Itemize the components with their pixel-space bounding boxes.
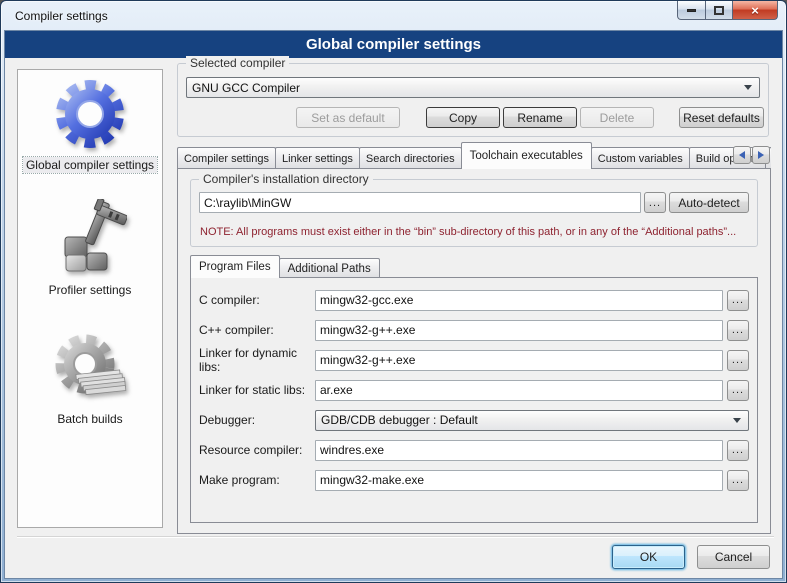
c-compiler-label: C compiler: [199,293,311,307]
sidebar-item-label: Batch builds [54,411,125,427]
sidebar-item-batch-builds[interactable]: Batch builds [53,332,127,427]
tab-scroller [732,146,770,164]
tab-toolchain-executables[interactable]: Toolchain executables [461,142,592,169]
close-button[interactable]: × [733,1,778,20]
make-program-browse-button[interactable]: ... [727,470,749,491]
compiler-settings-window: Compiler settings × Global compiler sett… [0,0,787,583]
window-title: Compiler settings [1,9,108,23]
resource-compiler-input[interactable] [315,440,723,461]
copy-button[interactable]: Copy [426,107,500,128]
field-row-make-program: Make program: ... [199,469,749,491]
tab-scroll-right-button[interactable] [752,146,770,164]
settings-category-list: Global compiler settings [17,69,163,528]
chevron-down-icon [733,418,741,423]
make-program-label: Make program: [199,473,311,487]
installation-directory-group: Compiler's installation directory ... Au… [190,179,758,247]
installation-directory-browse-button[interactable]: ... [644,192,666,213]
field-row-resource-compiler: Resource compiler: ... [199,439,749,461]
chevron-down-icon [744,85,752,90]
sidebar-item-global-compiler-settings[interactable]: Global compiler settings [23,78,157,173]
c-compiler-browse-button[interactable]: ... [727,290,749,311]
cpp-compiler-browse-button[interactable]: ... [727,320,749,341]
installation-directory-note: NOTE: All programs must exist either in … [200,226,751,238]
field-row-cpp-compiler: C++ compiler: ... [199,319,749,341]
selected-compiler-group-label: Selected compiler [186,56,289,70]
dialog-body: Global compiler settings [5,58,782,578]
dynamic-linker-browse-button[interactable]: ... [727,350,749,371]
blue-gear-icon [54,78,126,155]
auto-detect-button[interactable]: Auto-detect [669,192,749,213]
rename-button[interactable]: Rename [503,107,577,128]
field-row-debugger: Debugger: GDB/CDB debugger : Default [199,409,749,431]
settings-tabstrip: Compiler settings Linker settings Search… [177,142,771,169]
sidebar-item-label: Profiler settings [46,282,135,298]
program-files-tabstrip: Program Files Additional Paths [190,255,379,278]
delete-button[interactable]: Delete [580,107,654,128]
resource-compiler-label: Resource compiler: [199,443,311,457]
maximize-icon [714,6,724,15]
titlebar[interactable]: Compiler settings × [1,1,786,30]
sidebar-item-profiler-settings[interactable]: Profiler settings [46,199,135,298]
ok-button[interactable]: OK [612,545,685,569]
tab-search-directories[interactable]: Search directories [359,147,462,169]
arrow-left-icon [739,151,745,159]
debugger-select-value: GDB/CDB debugger : Default [316,413,733,427]
dialog-client: Global compiler settings [4,30,783,579]
footer-separator [17,536,774,538]
resource-compiler-browse-button[interactable]: ... [727,440,749,461]
close-icon: × [751,4,759,17]
field-row-c-compiler: C compiler: ... [199,289,749,311]
compiler-select-value: GNU GCC Compiler [187,81,744,95]
cpp-compiler-input[interactable] [315,320,723,341]
caption-buttons: × [677,1,778,20]
tab-custom-variables[interactable]: Custom variables [591,147,690,169]
arrow-right-icon [758,151,764,159]
page-title: Global compiler settings [5,31,782,58]
sidebar-item-label: Global compiler settings [23,157,157,173]
static-linker-browse-button[interactable]: ... [727,380,749,401]
cancel-button[interactable]: Cancel [697,545,770,569]
tab-program-files[interactable]: Program Files [190,255,280,278]
tab-scroll-left-button[interactable] [733,146,751,164]
dynamic-linker-label: Linker for dynamic libs: [199,346,311,374]
tab-linker-settings[interactable]: Linker settings [275,147,360,169]
caliper-icon [53,199,127,280]
debugger-select[interactable]: GDB/CDB debugger : Default [315,410,749,431]
static-linker-label: Linker for static libs: [199,383,311,397]
installation-directory-input[interactable] [199,192,641,213]
minimize-icon [687,9,696,12]
reset-defaults-button[interactable]: Reset defaults [679,107,764,128]
gray-gear-stack-icon [53,332,127,409]
maximize-button[interactable] [706,1,733,20]
make-program-input[interactable] [315,470,723,491]
static-linker-input[interactable] [315,380,723,401]
installation-directory-group-label: Compiler's installation directory [199,172,373,186]
dynamic-linker-input[interactable] [315,350,723,371]
minimize-button[interactable] [677,1,706,20]
c-compiler-input[interactable] [315,290,723,311]
tab-compiler-settings[interactable]: Compiler settings [177,147,276,169]
set-as-default-button[interactable]: Set as default [296,107,400,128]
program-files-panel: C compiler: ... C++ compiler: ... Linker… [190,277,758,523]
field-row-dynamic-linker: Linker for dynamic libs: ... [199,349,749,371]
cpp-compiler-label: C++ compiler: [199,323,311,337]
debugger-label: Debugger: [199,413,311,427]
tab-additional-paths[interactable]: Additional Paths [279,258,380,278]
selected-compiler-group: Selected compiler GNU GCC Compiler Set a… [177,63,769,137]
field-row-static-linker: Linker for static libs: ... [199,379,749,401]
toolchain-executables-panel: Compiler's installation directory ... Au… [177,168,771,534]
compiler-select[interactable]: GNU GCC Compiler [186,77,760,98]
